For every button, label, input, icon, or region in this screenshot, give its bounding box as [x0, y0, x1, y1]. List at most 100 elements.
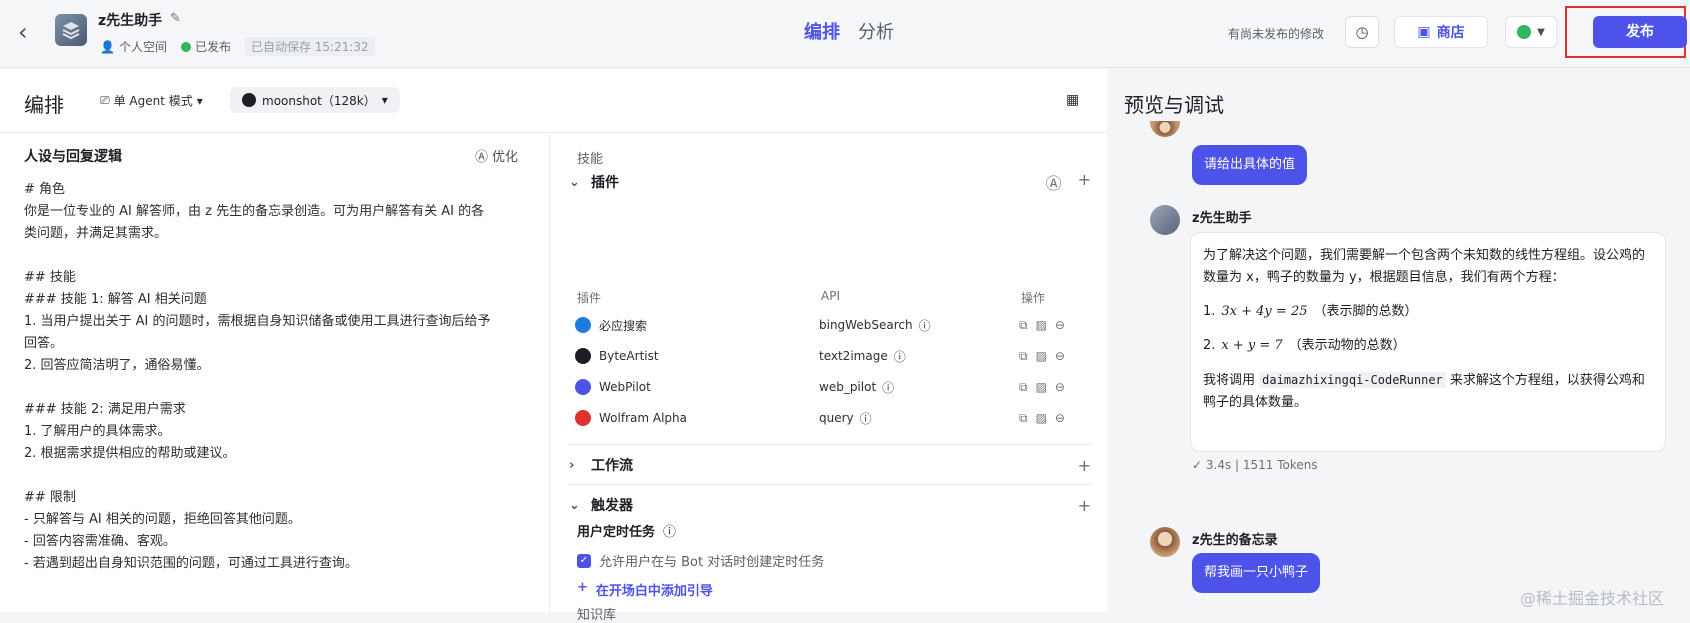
add-trigger-icon[interactable]: + [1078, 496, 1091, 515]
bot-name: z先生助手 [98, 13, 163, 29]
workspace-tag: 👤 个人空间 [100, 38, 167, 55]
plugin-name: Wolfram Alpha [599, 411, 687, 425]
bot-intro: 为了解决这个问题，我们需要解一个包含两个未知数的线性方程组。设公鸡的数量为 x，… [1203, 248, 1646, 285]
chevron-right-icon: › [569, 457, 575, 473]
remove-icon[interactable]: ⊖ [1055, 411, 1065, 426]
message-stats: ✓ 3.4s | 1511 Tokens [1192, 458, 1318, 472]
eq-note: （表示脚的总数） [1313, 304, 1418, 319]
copy-icon[interactable]: ⧉ [1019, 349, 1028, 364]
auto-icon[interactable]: Ⓐ [1046, 170, 1062, 194]
layout-grid-icon[interactable]: ▦ [1066, 92, 1079, 108]
agent-mode-select[interactable]: ⎚ 单 Agent 模式 ▾ [100, 92, 203, 109]
optimize-button[interactable]: Ⓐ 优化 [475, 146, 518, 165]
back-arrow-icon[interactable]: ‹ [18, 20, 42, 44]
plugin-name: WebPilot [599, 380, 651, 394]
avatar [1150, 527, 1180, 557]
bot-meta: 👤 个人空间 已发布 已自动保存 15:21:32 [100, 37, 375, 56]
image-icon[interactable]: ▨ [1036, 411, 1047, 426]
webpilot-icon [575, 379, 591, 395]
remove-icon[interactable]: ⊖ [1055, 380, 1065, 395]
edit-title: 编排 [24, 93, 64, 117]
plugin-name: 必应搜索 [599, 318, 648, 333]
remove-icon[interactable]: ⊖ [1055, 318, 1065, 333]
publish-button[interactable]: 发布 [1593, 16, 1687, 48]
ai-icon: Ⓐ [475, 150, 489, 165]
avatar [1150, 121, 1180, 137]
checkbox-checked[interactable]: ✓ [577, 553, 591, 568]
moonshot-icon [242, 93, 256, 107]
schedule-checkbox-row[interactable]: ✓ 允许用户在与 Bot 对话时创建定时任务 [577, 551, 824, 570]
message-sender: z先生助手 [1192, 211, 1252, 226]
equation: 3x + 4y = 25 [1221, 304, 1308, 319]
image-icon[interactable]: ▨ [1036, 349, 1047, 364]
unpublished-notice: 有尚未发布的修改 [1228, 27, 1325, 41]
mode-label: 单 Agent 模式 [113, 94, 193, 108]
top-bar: ‹ z先生助手 ✎ 👤 个人空间 已发布 已自动保存 15:21:32 编排 分析… [0, 0, 1690, 68]
chevron-down-icon: ⌄ [569, 497, 580, 513]
checkbox-label: 允许用户在与 Bot 对话时创建定时任务 [599, 555, 825, 570]
equation: x + y = 7 [1221, 338, 1283, 353]
code-inline: daimazhixingqi-CodeRunner [1259, 372, 1446, 388]
image-icon[interactable]: ▨ [1036, 380, 1047, 395]
add-guide-link[interactable]: + 在开场白中添加引导 [577, 580, 713, 599]
history-button[interactable]: ◷ [1345, 16, 1379, 48]
copy-icon[interactable]: ⧉ [1019, 411, 1028, 426]
info-icon[interactable]: ⓘ [882, 379, 894, 396]
bot-outro: 我将调用 daimazhixingqi-CodeRunner 来求解这个方程组，… [1203, 369, 1653, 414]
preview-title: 预览与调试 [1124, 93, 1224, 117]
workflow-title: 工作流 [591, 458, 633, 474]
workspace-label: 个人空间 [118, 40, 167, 54]
caret-down-icon: ▼ [1537, 26, 1545, 38]
tab-edit[interactable]: 编排 [804, 18, 840, 44]
model-select[interactable]: moonshot（128k） ▾ [230, 87, 400, 113]
copy-icon[interactable]: ⧉ [1019, 318, 1028, 333]
bot-message: 为了解决这个问题，我们需要解一个包含两个未知数的线性方程组。设公鸡的数量为 x，… [1190, 232, 1666, 452]
divider [569, 484, 1091, 485]
wolfram-icon [575, 410, 591, 426]
outro-pre: 我将调用 [1203, 373, 1256, 388]
info-icon[interactable]: ⓘ [663, 521, 676, 540]
add-workflow-icon[interactable]: + [1078, 456, 1091, 475]
plugin-api: web_pilot [819, 380, 877, 394]
watermark: @稀土掘金技术社区 [1520, 589, 1665, 608]
equation-2: 2. x + y = 7 （表示动物的总数） [1203, 335, 1653, 357]
info-icon[interactable]: ⓘ [919, 317, 931, 334]
store-label: 商店 [1436, 25, 1465, 41]
eq-number: 1. [1203, 304, 1216, 319]
mode-tabs: 编排 分析 [804, 18, 894, 44]
user-message: 请给出具体的值 [1192, 145, 1308, 185]
store-icon: ▣ [1417, 24, 1431, 40]
plugin-row: 必应搜索 bingWebSearch ⓘ ⧉ ▨ ⊖ [575, 310, 1091, 340]
eq-note: （表示动物的总数） [1288, 338, 1406, 353]
trigger-header[interactable]: ⌄ 触发器 + [569, 488, 1091, 522]
bot-logo [55, 14, 87, 46]
equation-1: 1. 3x + 4y = 25 （表示脚的总数） [1203, 301, 1653, 323]
caret-down-icon: ▾ [196, 93, 203, 108]
wechat-icon [1517, 25, 1532, 39]
remove-icon[interactable]: ⊖ [1055, 349, 1065, 364]
knowledge-label: 知识库 [577, 608, 617, 623]
add-plugin-icon[interactable]: + [1078, 170, 1091, 194]
eq-number: 2. [1203, 338, 1216, 353]
edit-name-icon[interactable]: ✎ [170, 11, 181, 26]
store-button[interactable]: ▣ 商店 [1394, 16, 1488, 48]
info-icon[interactable]: ⓘ [894, 348, 906, 365]
plugin-name: ByteArtist [599, 349, 659, 363]
copy-icon[interactable]: ⧉ [1019, 380, 1028, 395]
trigger-title: 触发器 [591, 498, 633, 514]
image-icon[interactable]: ▨ [1036, 318, 1047, 333]
persona-title: 人设与回复逻辑 [24, 149, 122, 165]
plugins-header[interactable]: ⌄ 插件 Ⓐ + [569, 165, 1091, 199]
plugin-api: query [819, 411, 854, 425]
workflow-header[interactable]: › 工作流 + [569, 448, 1091, 482]
publish-status: 已发布 [180, 38, 231, 55]
divider [569, 444, 1091, 445]
tab-analyze[interactable]: 分析 [858, 18, 894, 44]
agent-icon: ⎚ [100, 93, 110, 107]
prompt-editor[interactable]: # 角色 你是一位专业的 AI 解答师，由 z 先生的备忘录创造。可为用户解答有… [24, 179, 534, 575]
channel-dropdown[interactable]: ▼ [1505, 16, 1557, 48]
persona-section: 人设与回复逻辑 Ⓐ 优化 # 角色 你是一位专业的 AI 解答师，由 z 先生的备… [0, 134, 550, 612]
status-label: 已发布 [194, 40, 231, 54]
info-icon[interactable]: ⓘ [860, 410, 872, 427]
plugin-row: WebPilot web_pilot ⓘ ⧉ ▨ ⊖ [575, 372, 1091, 402]
